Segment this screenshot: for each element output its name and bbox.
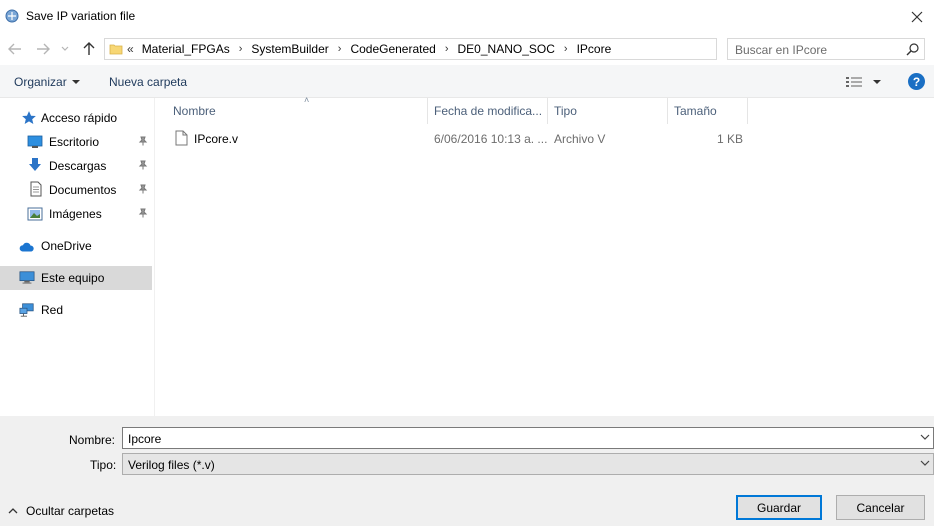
save-options-panel: Nombre: Ipcore Tipo: Verilog files (*.v)… [0,416,934,526]
sidebar-item-downloads[interactable]: Descargas [0,154,152,178]
change-view-button[interactable] [845,74,885,90]
search-input[interactable]: Buscar en IPcore [727,38,925,60]
column-header-label: Tipo [554,104,577,118]
cancel-button[interactable]: Cancelar [836,495,925,520]
command-bar: Organizar Nueva carpeta ? [0,65,934,98]
search-placeholder: Buscar en IPcore [735,43,828,57]
pictures-icon [27,207,43,221]
pin-icon [138,208,148,218]
file-type-value: Verilog files (*.v) [128,458,215,472]
help-icon: ? [912,74,921,89]
breadcrumb-overflow[interactable]: « [127,42,134,56]
breadcrumb-separator-icon[interactable]: › [338,43,342,55]
download-icon [29,158,41,171]
title-bar: Save IP variation file [0,0,934,33]
caret-down-icon [873,80,881,84]
folder-icon [109,44,123,55]
arrow-up-icon [83,42,95,55]
sidebar-item-label: Descargas [49,159,107,173]
computer-icon [19,271,35,284]
app-icon [5,9,19,23]
file-name-value: Ipcore [128,432,162,446]
file-date: 6/06/2016 10:13 a. ... [434,132,548,146]
column-header-label: Fecha de modifica... [434,104,543,118]
sidebar-item-label: Escritorio [49,135,100,149]
cloud-icon [19,242,34,252]
sidebar-item-quick-access[interactable]: Acceso rápido [0,106,152,130]
sidebar-item-pictures[interactable]: Imágenes [0,202,152,226]
sidebar-item-documents[interactable]: Documentos [0,178,152,202]
arrow-left-icon [8,43,21,55]
sidebar-item-label: Imágenes [49,207,102,221]
breadcrumb-separator-icon[interactable]: › [564,43,568,55]
chevron-down-icon [61,46,69,51]
column-header-label: Tamaño [674,104,717,118]
column-header-name[interactable]: Nombre ˄ [167,95,428,124]
arrow-right-icon [37,43,50,55]
search-icon [906,43,919,56]
sort-up-icon: ˄ [304,95,310,105]
navigation-pane: Acceso rápido Escritorio Descargas Docum… [0,98,155,416]
file-icon [175,130,188,146]
file-name-field[interactable]: Ipcore [122,427,934,449]
type-label: Tipo: [90,458,117,472]
sidebar-item-desktop[interactable]: Escritorio [0,130,152,154]
sidebar-item-label: Red [41,303,64,317]
pin-icon [138,184,148,194]
organize-label: Organizar [14,75,67,89]
network-icon [19,303,34,317]
window-title: Save IP variation file [26,9,136,23]
sidebar-item-label: Documentos [49,183,117,197]
breadcrumb-item[interactable]: DE0_NANO_SOC [458,42,555,56]
chevron-up-icon [8,508,18,514]
sidebar-item-this-pc[interactable]: Este equipo [0,266,152,290]
column-header-date[interactable]: Fecha de modifica... [428,98,548,124]
back-button[interactable] [5,39,25,59]
breadcrumb-item[interactable]: CodeGenerated [350,42,435,56]
breadcrumb-item-current[interactable]: IPcore [577,42,612,56]
star-icon [22,111,36,125]
new-folder-button[interactable]: Nueva carpeta [109,75,187,89]
desktop-icon [27,135,43,148]
file-size: 1 KB [717,132,744,146]
pin-icon [138,136,148,146]
documents-icon [30,181,42,197]
close-button[interactable] [900,0,934,33]
table-row[interactable]: IPcore.v 6/06/2016 10:13 a. ... Archivo … [171,128,751,150]
name-label: Nombre: [69,433,116,447]
forward-button[interactable] [33,39,53,59]
column-header-type[interactable]: Tipo [548,98,668,124]
caret-down-icon [71,80,80,84]
details-view-icon [846,77,862,87]
recent-locations-button[interactable] [58,39,72,59]
file-name: IPcore.v [194,132,239,146]
close-icon [911,11,923,22]
column-header-size[interactable]: Tamaño [668,98,748,124]
sidebar-item-network[interactable]: Red [0,298,152,322]
hide-folders-label: Ocultar carpetas [26,504,115,518]
file-type-select[interactable]: Verilog files (*.v) [122,453,934,475]
breadcrumb-item[interactable]: SystemBuilder [251,42,328,56]
save-button[interactable]: Guardar [736,495,822,520]
column-header-label: Nombre [173,104,216,118]
help-button[interactable]: ? [908,73,925,90]
breadcrumb-separator-icon[interactable]: › [239,43,243,55]
file-list: Nombre ˄ Fecha de modifica... Tipo Tamañ… [155,95,934,416]
breadcrumb: « Material_FPGAs › SystemBuilder › CodeG… [127,42,611,56]
address-bar[interactable]: « Material_FPGAs › SystemBuilder › CodeG… [104,38,812,60]
sidebar-item-label: OneDrive [41,239,92,253]
up-button[interactable] [79,39,99,59]
chevron-down-icon[interactable] [920,433,930,441]
sidebar-item-label: Este equipo [41,271,105,285]
sidebar-item-label: Acceso rápido [41,111,118,125]
pin-icon [138,160,148,170]
sidebar-item-onedrive[interactable]: OneDrive [0,234,152,258]
hide-folders-button[interactable]: Ocultar carpetas [8,504,114,518]
breadcrumb-separator-icon[interactable]: › [445,43,449,55]
file-type: Archivo V [554,132,606,146]
chevron-down-icon [920,460,930,466]
breadcrumb-item[interactable]: Material_FPGAs [142,42,230,56]
organize-menu[interactable]: Organizar [14,75,80,89]
